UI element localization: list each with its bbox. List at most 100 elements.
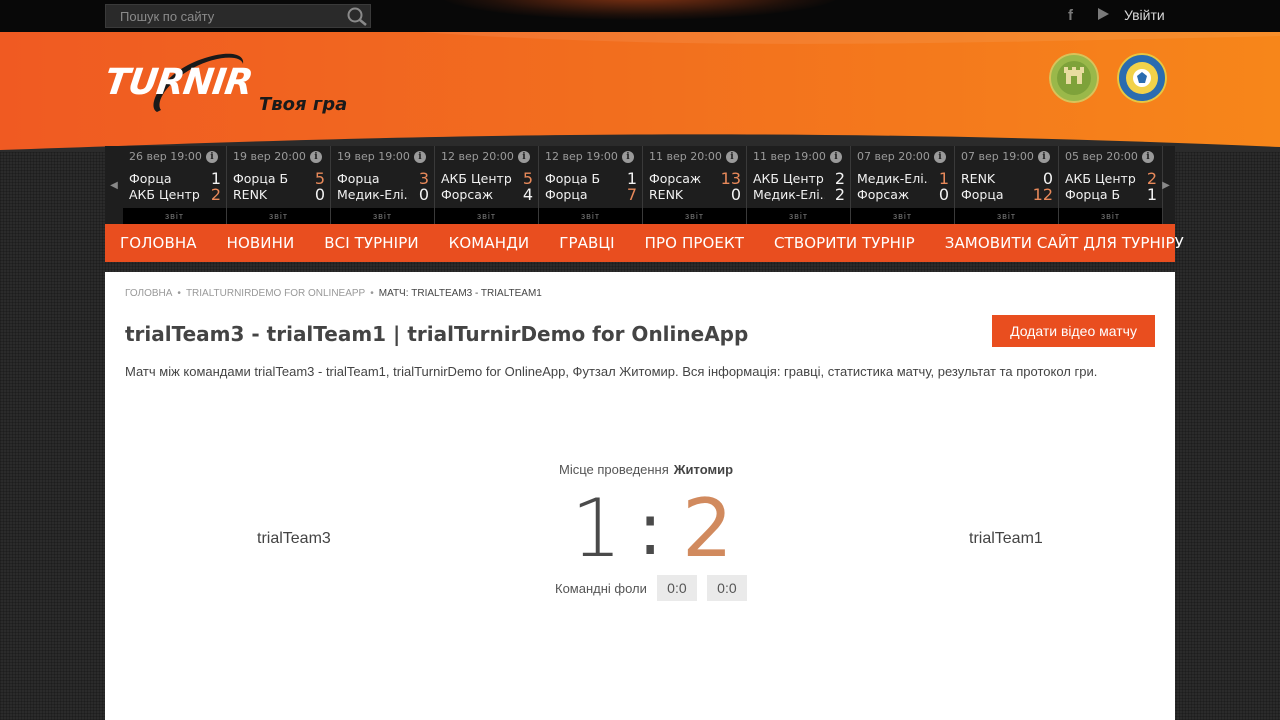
home-team-name[interactable]: trialTeam3 xyxy=(257,530,331,548)
team-fouls: Командні фоли 0:0 0:0 xyxy=(555,575,747,601)
nav-item[interactable]: НОВИНИ xyxy=(212,224,310,262)
match-report-link[interactable]: звіт xyxy=(435,208,538,224)
top-bar: f Увійти xyxy=(0,0,1280,32)
match-away-score: 1 xyxy=(1146,185,1157,204)
match-away-team: Форсаж xyxy=(441,187,494,202)
match-away-team: Медик-Елі.. xyxy=(337,187,409,202)
info-icon[interactable]: i xyxy=(310,151,322,163)
match-away-score: 0 xyxy=(730,185,741,204)
venue-value: Житомир xyxy=(673,462,734,477)
match-home-team: АКБ Центр xyxy=(441,171,512,186)
search-input[interactable] xyxy=(106,5,342,27)
main-nav: ГОЛОВНА НОВИНИ ВСІ ТУРНІРИ КОМАНДИ ГРАВЦІ ПРО… xyxy=(105,224,1184,262)
breadcrumb-home[interactable]: ГОЛОВНА xyxy=(125,288,172,299)
fouls-label: Командні фоли xyxy=(555,580,647,596)
recent-matches-strip: ◀ 26 вер 19:00 i Форца 1 АКБ Центр 2 звіт 19 ве… xyxy=(105,146,1175,224)
youtube-play-icon[interactable] xyxy=(1098,8,1109,20)
match-home-team: Форца Б xyxy=(233,171,289,186)
match-away-row: Форца 7 xyxy=(545,185,637,204)
info-icon[interactable]: i xyxy=(830,151,842,163)
info-icon[interactable]: i xyxy=(206,151,218,163)
page-title: trialTeam3 - trialTeam1 | trialTurnirDem… xyxy=(125,322,749,346)
match-report-link[interactable]: звіт xyxy=(331,208,434,224)
match-home-row: АКБ Центр 5 xyxy=(441,169,533,188)
match-date: 19 вер 19:00 xyxy=(337,150,410,163)
info-icon[interactable]: i xyxy=(1038,151,1050,163)
match-report-link[interactable]: звіт xyxy=(851,208,954,224)
match-cell[interactable]: 12 вер 19:00 i Форца Б 1 Форца 7 звіт xyxy=(539,146,643,224)
breadcrumb-tournament[interactable]: TRIALTURNIRDEMO FOR ONLINEAPP xyxy=(186,288,365,299)
match-away-team: АКБ Центр xyxy=(129,187,200,202)
match-away-row: Медик-Елі.. 0 xyxy=(337,185,429,204)
info-icon[interactable]: i xyxy=(934,151,946,163)
search-icon[interactable] xyxy=(346,6,368,26)
futsal-federation-emblem-icon[interactable] xyxy=(1117,53,1167,103)
strip-next-arrow-icon[interactable]: ▶ xyxy=(1157,146,1175,224)
match-date: 07 вер 20:00 xyxy=(857,150,930,163)
home-fouls: 0:0 xyxy=(656,575,697,601)
info-icon[interactable]: i xyxy=(622,151,634,163)
nav-item[interactable]: ГРАВЦІ xyxy=(544,224,629,262)
match-home-team: Медик-Елі.. xyxy=(857,171,929,186)
match-cell[interactable]: 05 вер 20:00 i АКБ Центр 2 Форца Б 1 звіт xyxy=(1059,146,1163,224)
match-away-row: Форца Б 1 xyxy=(1065,185,1157,204)
match-cell[interactable]: 19 вер 19:00 i Форца 3 Медик-Елі.. 0 звіт xyxy=(331,146,435,224)
top-glow xyxy=(440,0,840,20)
match-away-team: Форца xyxy=(961,187,1004,202)
match-cell[interactable]: 12 вер 20:00 i АКБ Центр 5 Форсаж 4 звіт xyxy=(435,146,539,224)
match-cells: 26 вер 19:00 i Форца 1 АКБ Центр 2 звіт 19 вер … xyxy=(123,146,1163,224)
nav-item[interactable]: ВСІ ТУРНІРИ xyxy=(309,224,433,262)
match-cell[interactable]: 11 вер 20:00 i Форсаж 13 RENK 0 звіт xyxy=(643,146,747,224)
match-away-score: 7 xyxy=(626,185,637,204)
add-video-button[interactable]: Додати відео матчу xyxy=(992,315,1155,347)
match-report-link[interactable]: звіт xyxy=(227,208,330,224)
nav-item[interactable]: КОМАНДИ xyxy=(434,224,545,262)
match-report-link[interactable]: звіт xyxy=(123,208,226,224)
match-home-row: Форца Б1 xyxy=(545,169,637,188)
info-icon[interactable]: i xyxy=(726,151,738,163)
logo[interactable]: TURNIR xyxy=(102,62,255,103)
match-away-row: АКБ Центр 2 xyxy=(129,185,221,204)
match-date: 26 вер 19:00 xyxy=(129,150,202,163)
match-report-link[interactable]: звіт xyxy=(747,208,850,224)
match-away-score: 12 xyxy=(1032,185,1053,204)
breadcrumb-separator: • xyxy=(370,288,374,299)
match-home-team: Форца xyxy=(337,171,380,186)
match-date: 07 вер 19:00 xyxy=(961,150,1034,163)
strip-prev-arrow-icon[interactable]: ◀ xyxy=(105,146,123,224)
nav-item[interactable]: ЗАМОВИТИ САЙТ ДЛЯ ТУРНІРУ xyxy=(930,224,1199,262)
info-icon[interactable]: i xyxy=(1142,151,1154,163)
match-cell[interactable]: 19 вер 20:00 i Форца Б 5 RENK 0 звіт xyxy=(227,146,331,224)
breadcrumb-current: МАТЧ: TRIALTEAM3 - TRIALTEAM1 xyxy=(378,288,542,299)
away-team-name[interactable]: trialTeam1 xyxy=(969,530,1043,548)
slogan: Твоя гра xyxy=(259,94,348,115)
match-away-team: RENK xyxy=(233,187,268,202)
nav-item[interactable]: СТВОРИТИ ТУРНІР xyxy=(759,224,930,262)
nav-item[interactable]: ГОЛОВНА xyxy=(105,224,212,262)
match-cell[interactable]: 11 вер 19:00 i АКБ Центр 2 Медик-Елі.. 2 звіт xyxy=(747,146,851,224)
match-cell[interactable]: 26 вер 19:00 i Форца 1 АКБ Центр 2 звіт xyxy=(123,146,227,224)
match-report-link[interactable]: звіт xyxy=(1059,208,1162,224)
zhytomyr-emblem-icon[interactable] xyxy=(1049,53,1099,103)
home-score: 1 xyxy=(571,482,622,575)
search-box[interactable] xyxy=(105,4,371,28)
match-away-score: 2 xyxy=(834,185,845,204)
match-away-team: RENK xyxy=(649,187,684,202)
score-separator: : xyxy=(638,487,663,571)
info-icon[interactable]: i xyxy=(518,151,530,163)
match-date: 12 вер 19:00 xyxy=(545,150,618,163)
match-report-link[interactable]: звіт xyxy=(539,208,642,224)
match-home-row: АКБ Центр 2 xyxy=(753,169,845,188)
info-icon[interactable]: i xyxy=(414,151,426,163)
match-cell[interactable]: 07 вер 20:00 i Медик-Елі.. 1 Форсаж 0 звіт xyxy=(851,146,955,224)
match-home-team: Форца xyxy=(129,171,172,186)
match-cell[interactable]: 07 вер 19:00 i RENK 0 Форца 12 звіт xyxy=(955,146,1059,224)
facebook-icon[interactable]: f xyxy=(1068,7,1073,24)
match-report-link[interactable]: звіт xyxy=(643,208,746,224)
login-link[interactable]: Увійти xyxy=(1124,7,1165,23)
nav-item[interactable]: ПРО ПРОЕКТ xyxy=(630,224,759,262)
match-report-link[interactable]: звіт xyxy=(955,208,1058,224)
match-date: 05 вер 20:00 xyxy=(1065,150,1138,163)
match-away-score: 4 xyxy=(522,185,533,204)
match-away-score: 0 xyxy=(938,185,949,204)
